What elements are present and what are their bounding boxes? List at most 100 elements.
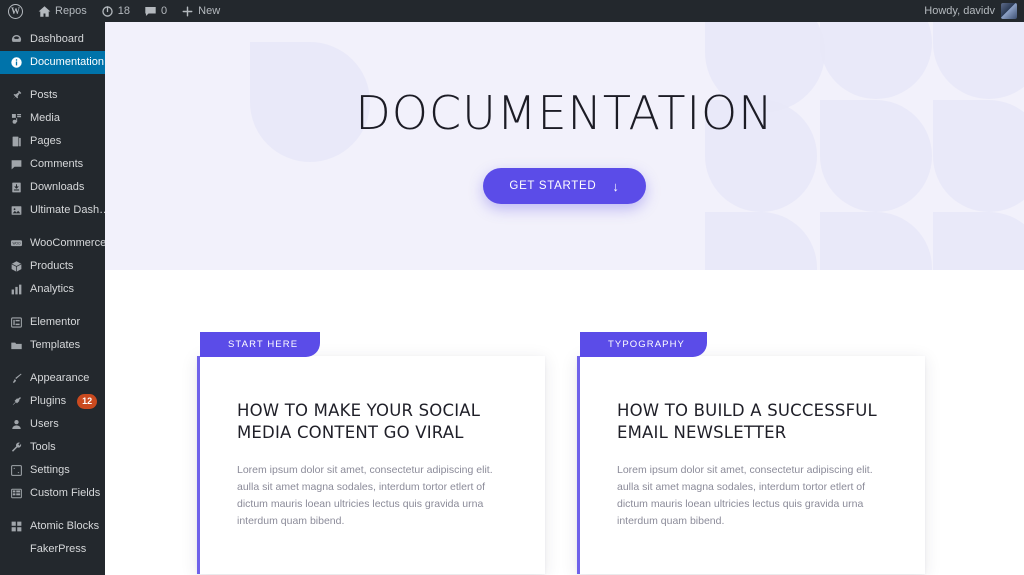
sidebar-item-custom-fields[interactable]: Custom Fields <box>0 482 105 505</box>
sidebar-item-fakerpress[interactable]: FakerPress <box>0 538 105 561</box>
sidebar-item-media[interactable]: Media <box>0 107 105 130</box>
sidebar-item-tools[interactable]: Tools <box>0 436 105 459</box>
sidebar-item-label: Custom Fields <box>30 488 101 499</box>
sidebar-item-analytics[interactable]: Analytics <box>0 278 105 301</box>
info-icon <box>9 56 23 70</box>
gallery-icon <box>9 204 23 218</box>
sidebar-item-comments[interactable]: Comments <box>0 153 105 176</box>
decorative-leaf-shape <box>820 212 932 270</box>
get-started-label: GET STARTED <box>509 180 597 192</box>
sidebar-item-label: Ultimate Dash… <box>30 205 105 216</box>
sidebar-item-label: Plugins <box>30 396 67 407</box>
sliders-icon <box>9 464 23 478</box>
card-body-panel[interactable]: HOW TO BUILD A SUCCESSFUL EMAIL NEWSLETT… <box>577 356 925 574</box>
comment-bubble-icon <box>144 5 157 18</box>
sidebar-item-label: Users <box>30 419 59 430</box>
arrow-down-icon: ↓ <box>612 178 620 194</box>
paintbrush-icon <box>9 372 23 386</box>
sidebar-item-label: Pages <box>30 136 62 147</box>
media-icon <box>9 112 23 126</box>
home-icon <box>38 5 51 18</box>
new-content-label: New <box>198 5 221 17</box>
sidebar-item-label: Templates <box>30 340 81 351</box>
sidebar-item-elementor[interactable]: Elementor <box>0 311 105 334</box>
sidebar-item-label: Elementor <box>30 317 81 328</box>
grid-fields-icon <box>9 487 23 501</box>
admin-sidebar[interactable]: Dashboard Documentation Posts Media Pages Com… <box>0 22 105 575</box>
user-icon <box>9 418 23 432</box>
wordpress-logo-icon <box>8 3 23 19</box>
sidebar-item-ultimate-dash[interactable]: Ultimate Dash… <box>0 199 105 222</box>
card-title: HOW TO MAKE YOUR SOCIAL MEDIA CONTENT GO… <box>237 401 481 442</box>
get-started-button[interactable]: GET STARTED ↓ <box>483 168 646 204</box>
page-title: DOCUMENTATION <box>355 86 774 140</box>
main-content: DOCUMENTATION GET STARTED ↓ START HERE HO… <box>105 22 1024 575</box>
sidebar-item-label: Appearance <box>30 373 90 384</box>
pages-icon <box>9 135 23 149</box>
sidebar-item-label: Settings <box>30 465 70 476</box>
sidebar-item-users[interactable]: Users <box>0 413 105 436</box>
sidebar-item-collapse-menu[interactable]: Collapse menu <box>0 571 105 575</box>
dashboard-icon <box>9 33 23 47</box>
sidebar-item-atomic-blocks[interactable]: Atomic Blocks <box>0 515 105 538</box>
sidebar-item-label: Comments <box>30 159 84 170</box>
plug-icon <box>9 395 23 409</box>
sidebar-item-label: Posts <box>30 90 58 101</box>
sidebar-item-woocommerce[interactable]: WOO WooCommerce <box>0 232 105 255</box>
sidebar-item-label: Atomic Blocks <box>30 521 100 532</box>
wordpress-logo-button[interactable] <box>0 0 31 22</box>
decorative-leaf-shape <box>705 212 817 270</box>
plus-icon <box>181 5 194 18</box>
sidebar-item-label: WooCommerce <box>30 238 105 249</box>
decorative-leaf-shape <box>933 212 1024 270</box>
svg-text:WOO: WOO <box>12 242 21 246</box>
new-content-button[interactable]: New <box>174 0 227 22</box>
sidebar-badge-count: 12 <box>77 394 98 409</box>
doc-card[interactable]: START HERE HOW TO MAKE YOUR SOCIAL MEDIA … <box>197 332 545 574</box>
comments-button[interactable]: 0 <box>137 0 174 22</box>
sidebar-item-label: Documentation <box>30 57 104 68</box>
sidebar-item-documentation[interactable]: Documentation <box>0 51 105 74</box>
site-name-menu[interactable]: Repos <box>31 0 94 22</box>
card-category-label: TYPOGRAPHY <box>608 339 685 350</box>
elementor-icon <box>9 316 23 330</box>
sidebar-item-settings[interactable]: Settings <box>0 459 105 482</box>
sidebar-item-pages[interactable]: Pages <box>0 130 105 153</box>
sidebar-item-label: Tools <box>30 442 56 453</box>
card-body-panel[interactable]: HOW TO MAKE YOUR SOCIAL MEDIA CONTENT GO… <box>197 356 545 574</box>
sidebar-item-label: Downloads <box>30 182 85 193</box>
sidebar-item-label: Products <box>30 261 74 272</box>
sidebar-item-appearance[interactable]: Appearance <box>0 367 105 390</box>
card-category-label: START HERE <box>228 339 299 350</box>
sidebar-item-posts[interactable]: Posts <box>0 84 105 107</box>
sidebar-item-label: Media <box>30 113 60 124</box>
card-title: HOW TO BUILD A SUCCESSFUL EMAIL NEWSLETT… <box>617 401 877 442</box>
no-icon-spacer <box>9 543 23 557</box>
updates-icon <box>101 5 114 18</box>
sidebar-item-downloads[interactable]: Downloads <box>0 176 105 199</box>
box-icon <box>9 260 23 274</box>
sidebar-item-label: FakerPress <box>30 544 87 555</box>
admin-bar: Repos 18 0 New Howdy, davidv <box>0 0 1024 22</box>
sidebar-item-dashboard[interactable]: Dashboard <box>0 28 105 51</box>
pin-icon <box>9 89 23 103</box>
card-category-ribbon: START HERE <box>200 332 321 357</box>
site-name-label: Repos <box>55 5 87 17</box>
doc-card[interactable]: TYPOGRAPHY HOW TO BUILD A SUCCESSFUL EMAI… <box>577 332 925 574</box>
sidebar-item-products[interactable]: Products <box>0 255 105 278</box>
account-menu[interactable]: Howdy, davidv <box>924 3 1024 19</box>
updates-button[interactable]: 18 <box>94 0 137 22</box>
sidebar-item-templates[interactable]: Templates <box>0 334 105 357</box>
comment-bubble-icon <box>9 158 23 172</box>
sidebar-item-plugins[interactable]: Plugins 12 <box>0 390 105 413</box>
doc-card-list: START HERE HOW TO MAKE YOUR SOCIAL MEDIA … <box>105 270 1024 574</box>
card-category-ribbon: TYPOGRAPHY <box>580 332 707 357</box>
blocks-icon <box>9 520 23 534</box>
sidebar-item-label: Analytics <box>30 284 75 295</box>
avatar <box>1001 3 1017 19</box>
wrench-icon <box>9 441 23 455</box>
admin-screen: Repos 18 0 New Howdy, davidv Dashboard Do… <box>0 0 1024 575</box>
comments-count: 0 <box>161 5 168 17</box>
updates-count: 18 <box>117 5 131 17</box>
folder-icon <box>9 339 23 353</box>
